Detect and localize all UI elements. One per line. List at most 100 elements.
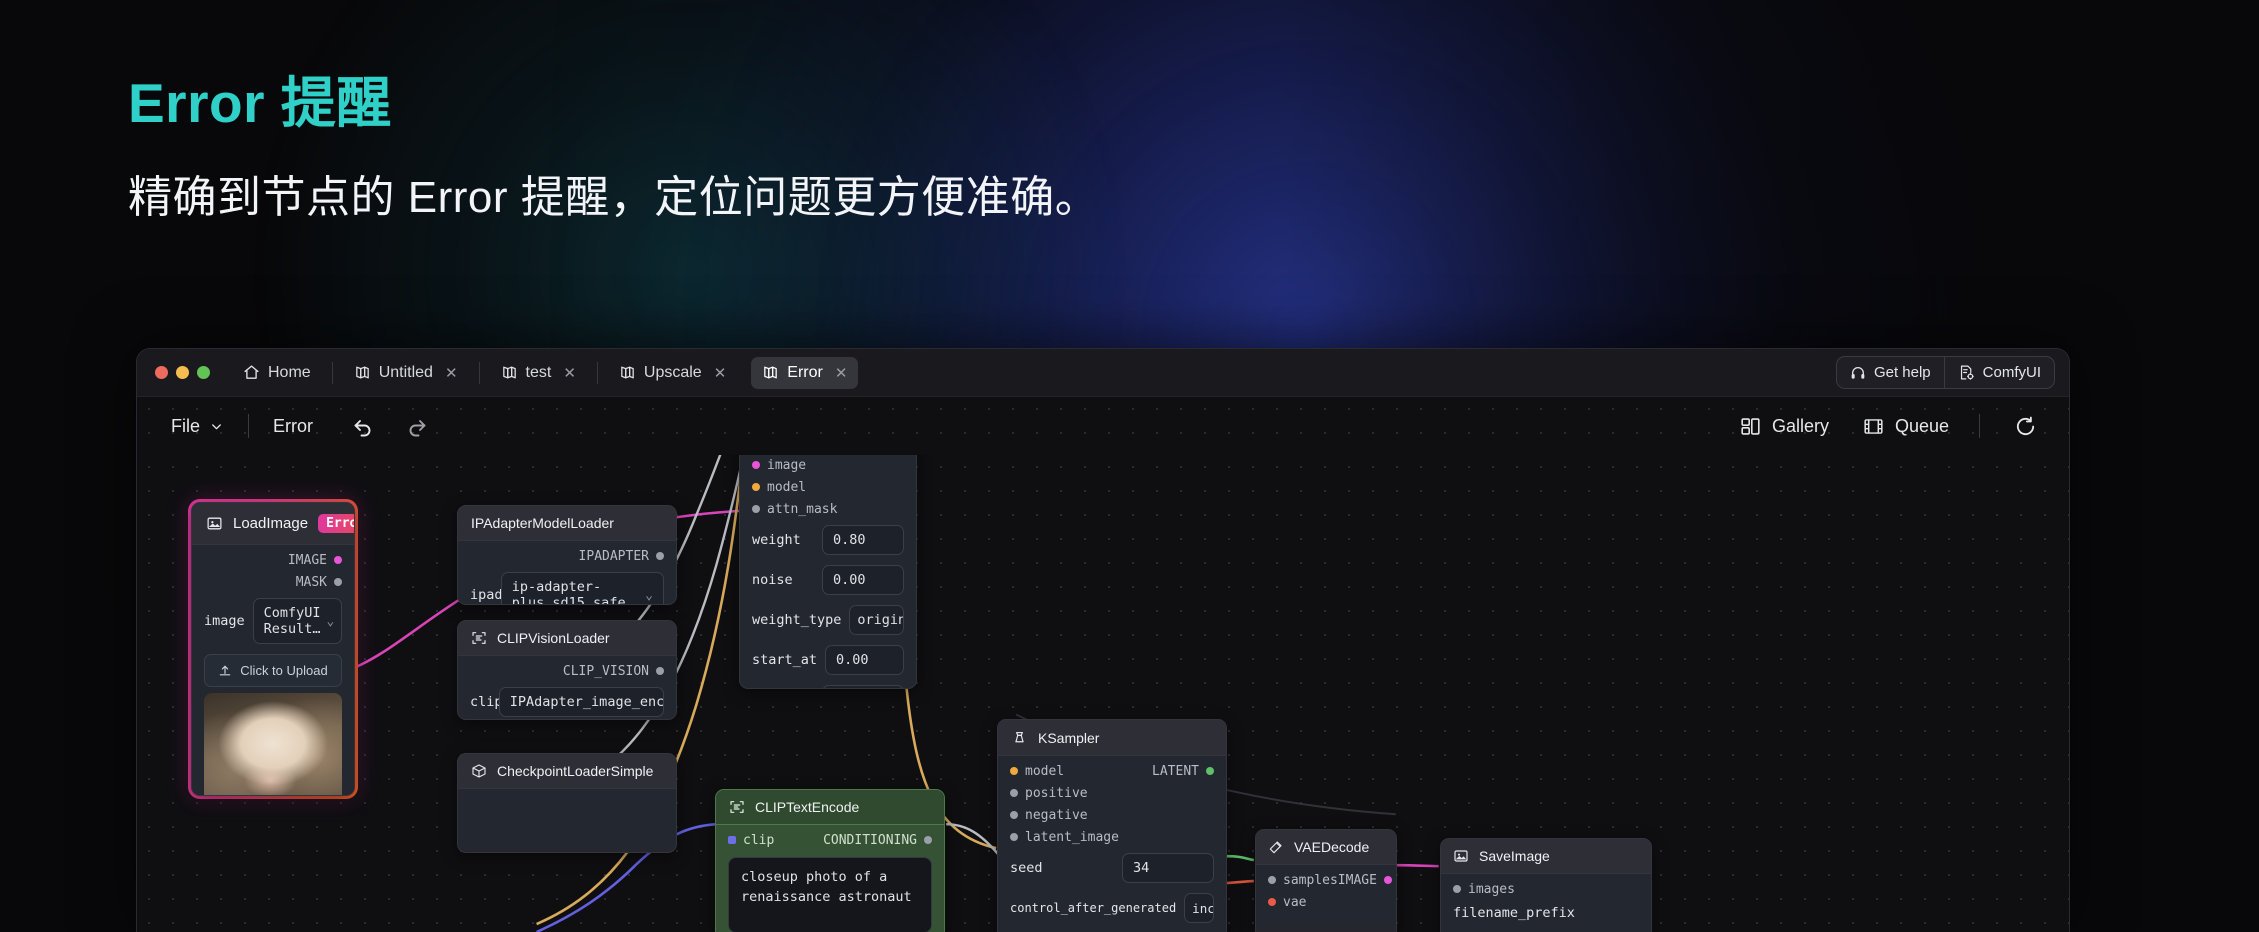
tab-upscale-close-icon[interactable]: ✕	[714, 364, 727, 382]
port-dot-model[interactable]	[752, 483, 760, 491]
input-port-clip-label: clip	[743, 832, 775, 848]
port-dot-negative[interactable]	[1010, 811, 1018, 819]
queue-button[interactable]: Queue	[1855, 412, 1957, 441]
port-dot-latent-image[interactable]	[1010, 833, 1018, 841]
tab-untitled[interactable]: Untitled ✕	[343, 357, 469, 389]
gallery-button[interactable]: Gallery	[1732, 412, 1837, 441]
get-help-button[interactable]: Get help	[1837, 357, 1944, 388]
port-row: clip CONDITIONING	[716, 829, 944, 851]
maximize-window-button[interactable]	[197, 366, 210, 379]
refresh-button[interactable]	[2004, 411, 2047, 442]
redo-button[interactable]	[395, 410, 439, 442]
widget-ipadapter-combo[interactable]: ip-adapter-plus_sd15.safe… ⌄	[500, 572, 664, 604]
output-port-latent[interactable]: LATENT	[1152, 764, 1214, 779]
input-port-image[interactable]: image	[752, 458, 806, 473]
tab-error[interactable]: Error ✕	[751, 356, 859, 389]
widget-start-at-input[interactable]: 0.00	[825, 645, 904, 675]
output-port-mask[interactable]: MASK	[296, 575, 342, 590]
comfyui-settings-button[interactable]: ComfyUI	[1945, 357, 2054, 388]
widget-seed-label: seed	[1010, 860, 1043, 876]
tab-test-close-icon[interactable]: ✕	[563, 364, 576, 382]
undo-icon	[351, 414, 375, 438]
port-row: attn_mask	[740, 498, 916, 520]
widget-clip-name-combo[interactable]: IPAdapter_image_encoder_s… ⌄	[498, 687, 664, 717]
port-dot-clip[interactable]	[728, 836, 736, 844]
node-clip-text-encode[interactable]: CLIPTextEncode clip CONDITIONING closeup…	[715, 789, 945, 932]
input-port-clip[interactable]: clip	[728, 833, 774, 848]
widget-end-at-input[interactable]: 1.00	[822, 685, 904, 688]
node-clip-vision-loader[interactable]: CLIPVisionLoader CLIP_VISION clip_n IPAd…	[457, 620, 677, 720]
output-port-image[interactable]: IMAGE	[1338, 873, 1392, 888]
port-dot-conditioning[interactable]	[924, 836, 932, 844]
widget-weight-type-combo[interactable]: original ⌄	[849, 605, 904, 635]
undo-button[interactable]	[341, 410, 385, 442]
input-port-model[interactable]: model	[1010, 764, 1064, 779]
node-vae-decode[interactable]: VAEDecode samples IMAGE vae	[1255, 829, 1397, 932]
upload-button[interactable]: Click to Upload	[204, 654, 342, 687]
upload-button-label: Click to Upload	[240, 663, 328, 678]
titlebar-button-group: Get help ComfyUI	[1835, 356, 2055, 389]
hero-title: Error 提醒	[128, 72, 392, 134]
port-dot-latent[interactable]	[1206, 767, 1214, 775]
port-dot-attn-mask[interactable]	[752, 505, 760, 513]
minimize-window-button[interactable]	[176, 366, 189, 379]
port-dot-image[interactable]	[752, 461, 760, 469]
widget-seed-input[interactable]: 34	[1122, 853, 1214, 883]
widget-weight-input[interactable]: 0.80	[822, 525, 904, 555]
tab-test[interactable]: test ✕	[490, 357, 587, 389]
port-dot-ipadapter[interactable]	[656, 552, 664, 560]
node-load-image[interactable]: LoadImage Errors IMAGE MASK	[191, 502, 355, 796]
port-dot-model[interactable]	[1010, 767, 1018, 775]
widget-control-after-generated-combo[interactable]: incremental ⌄	[1184, 893, 1214, 923]
node-ipadapter-apply-body: clip_vision image model	[740, 455, 916, 688]
port-dot-image[interactable]	[334, 556, 342, 564]
port-dot-images[interactable]	[1453, 885, 1461, 893]
node-save-image[interactable]: SaveImage images filename_prefix	[1440, 838, 1652, 932]
input-port-vae[interactable]: vae	[1268, 895, 1306, 910]
tab-upscale[interactable]: Upscale ✕	[608, 357, 737, 389]
port-row: MASK	[192, 571, 354, 593]
node-vae-decode-title: VAEDecode	[1294, 839, 1370, 855]
widget-filename-prefix: filename_prefix	[1441, 900, 1651, 926]
node-save-image-header: SaveImage	[1441, 839, 1651, 874]
output-port-conditioning[interactable]: CONDITIONING	[823, 833, 932, 848]
output-port-mask-label: MASK	[295, 574, 327, 590]
port-dot-positive[interactable]	[1010, 789, 1018, 797]
graph-canvas[interactable]: LoadImage Errors IMAGE MASK	[137, 455, 2069, 932]
window-controls[interactable]	[155, 366, 210, 379]
widget-noise-input[interactable]: 0.00	[822, 565, 904, 595]
home-icon	[243, 364, 260, 381]
refresh-icon	[2014, 415, 2037, 438]
port-dot-samples[interactable]	[1268, 876, 1276, 884]
port-dot-vae[interactable]	[1268, 898, 1276, 906]
input-port-model[interactable]: model	[752, 480, 806, 495]
image-preview[interactable]	[204, 693, 342, 795]
node-checkpoint-loader-simple-body	[458, 789, 676, 849]
file-menu-button[interactable]: File	[163, 412, 232, 441]
workflow-name-label: Error	[273, 415, 314, 436]
tab-error-close-icon[interactable]: ✕	[835, 364, 848, 382]
output-port-image[interactable]: IMAGE	[288, 553, 342, 568]
input-port-negative[interactable]: negative	[1010, 808, 1088, 823]
output-port-ipadapter[interactable]: IPADAPTER	[579, 549, 664, 564]
port-dot-mask[interactable]	[334, 578, 342, 586]
input-port-images[interactable]: images	[1453, 882, 1515, 897]
output-port-clip-vision[interactable]: CLIP_VISION	[563, 664, 664, 679]
node-vae-decode-header: VAEDecode	[1256, 830, 1396, 865]
widget-image-combo[interactable]: ComfyUI Result… ⌄	[252, 598, 342, 644]
close-window-button[interactable]	[155, 366, 168, 379]
node-checkpoint-loader-simple[interactable]: CheckpointLoaderSimple	[457, 753, 677, 853]
node-ksampler[interactable]: KSampler model LATENT positive negative …	[997, 719, 1227, 932]
tab-untitled-close-icon[interactable]: ✕	[445, 364, 458, 382]
node-ipadapter-apply[interactable]: clip_vision image model	[739, 455, 917, 689]
node-clip-text-encode-body: clip CONDITIONING closeup photo of a ren…	[716, 825, 944, 932]
prompt-textarea[interactable]: closeup photo of a renaissance astronaut	[728, 857, 932, 932]
input-port-attn-mask[interactable]: attn_mask	[752, 502, 837, 517]
port-dot-clip-vision[interactable]	[656, 667, 664, 675]
tab-home[interactable]: Home	[232, 357, 322, 389]
input-port-samples[interactable]: samples	[1268, 873, 1338, 888]
input-port-positive[interactable]: positive	[1010, 786, 1088, 801]
port-dot-image[interactable]	[1383, 876, 1392, 884]
input-port-latent-image[interactable]: latent_image	[1010, 830, 1119, 845]
node-ipadapter-model-loader[interactable]: IPAdapterModelLoader IPADAPTER ipadap ip…	[457, 505, 677, 605]
